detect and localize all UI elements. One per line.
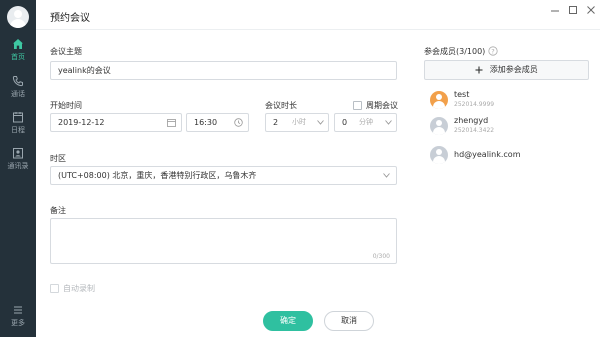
close-button[interactable] xyxy=(584,5,598,19)
window-title: 预约会议 xyxy=(50,13,90,24)
chevron-down-icon xyxy=(317,120,324,125)
duration-label: 会议时长 xyxy=(265,101,297,110)
subject-value: yealink的会议 xyxy=(58,66,111,75)
sidebar-item-schedule[interactable]: 日程 xyxy=(0,111,36,141)
auto-record-label: 自动录制 xyxy=(63,284,95,293)
cancel-button[interactable]: 取消 xyxy=(324,311,374,331)
member-number: 252014.9999 xyxy=(454,101,495,108)
remark-counter: 0/300 xyxy=(372,253,390,260)
date-input[interactable]: 2019-12-12 xyxy=(50,113,182,132)
minutes-value: 0 xyxy=(342,118,348,127)
subject-label: 会议主题 xyxy=(50,47,82,56)
sidebar-item-label: 日程 xyxy=(11,126,25,134)
sidebar-item-label: 首页 xyxy=(11,53,25,61)
member-item[interactable]: zhengyd 252014.3422 xyxy=(430,116,590,140)
member-avatar xyxy=(430,146,448,164)
timezone-select[interactable]: (UTC+08:00) 北京，重庆，香港特别行政区，乌鲁木齐 xyxy=(50,166,397,185)
member-name: test xyxy=(454,90,470,99)
maximize-icon xyxy=(569,6,577,14)
sidebar-item-label: 通话 xyxy=(11,90,25,98)
add-participant-button[interactable]: 添加参会成员 xyxy=(424,60,589,80)
sidebar-item-contacts[interactable]: 通讯录 xyxy=(0,147,36,177)
calendar-icon[interactable] xyxy=(167,118,176,127)
contacts-icon xyxy=(13,148,23,159)
remark-label: 备注 xyxy=(50,206,66,215)
sidebar-item-label: 通讯录 xyxy=(7,162,29,170)
minimize-button[interactable] xyxy=(548,5,562,19)
member-number: 252014.3422 xyxy=(454,127,495,134)
home-icon xyxy=(13,39,23,49)
sidebar-item-more[interactable]: 更多 xyxy=(0,304,36,334)
recurring-label: 周期会议 xyxy=(366,101,398,110)
recurring-checkbox[interactable] xyxy=(353,101,362,110)
title-bar: 预约会议 xyxy=(36,0,600,30)
sidebar-item-calls[interactable]: 通话 xyxy=(0,75,36,105)
timezone-value: (UTC+08:00) 北京，重庆，香港特别行政区，乌鲁木齐 xyxy=(58,171,257,180)
add-participant-label: 添加参会成员 xyxy=(489,65,538,74)
user-avatar[interactable] xyxy=(7,6,29,28)
date-value: 2019-12-12 xyxy=(58,118,105,127)
confirm-button[interactable]: 确定 xyxy=(263,311,313,331)
participants-header: 参会成员(3/100) xyxy=(424,47,486,56)
close-icon xyxy=(587,6,595,14)
member-avatar xyxy=(430,91,448,109)
member-item[interactable]: hd@yealink.com xyxy=(430,145,590,169)
minimize-icon xyxy=(551,10,559,12)
hours-select[interactable]: 2 小时 xyxy=(265,113,329,132)
sidebar: 首页 通话 日程 通讯录 更多 xyxy=(0,0,36,337)
member-item[interactable]: test 252014.9999 xyxy=(430,90,590,114)
member-avatar xyxy=(430,117,448,135)
minutes-select[interactable]: 0 分钟 xyxy=(334,113,397,132)
plus-icon xyxy=(475,66,483,73)
chevron-down-icon xyxy=(383,173,390,178)
minutes-unit: 分钟 xyxy=(359,118,373,126)
clock-icon[interactable] xyxy=(234,118,243,127)
svg-text:?: ? xyxy=(491,47,494,55)
member-name: zhengyd xyxy=(454,116,489,125)
chevron-down-icon xyxy=(385,120,392,125)
subject-input[interactable]: yealink的会议 xyxy=(50,61,397,80)
timezone-label: 时区 xyxy=(50,154,66,163)
phone-icon xyxy=(12,76,23,87)
hours-unit: 小时 xyxy=(292,118,306,126)
start-time-label: 开始时间 xyxy=(50,101,82,110)
time-value: 16:30 xyxy=(194,118,218,127)
hours-value: 2 xyxy=(273,118,279,127)
member-name: hd@yealink.com xyxy=(454,150,521,159)
remark-textarea[interactable]: 0/300 xyxy=(50,218,397,264)
calendar-icon xyxy=(13,112,23,123)
time-input[interactable]: 16:30 xyxy=(186,113,249,132)
maximize-button[interactable] xyxy=(566,5,580,19)
help-icon[interactable]: ? xyxy=(488,46,498,56)
sidebar-item-label: 更多 xyxy=(11,319,25,327)
menu-icon xyxy=(14,306,22,314)
auto-record-checkbox[interactable] xyxy=(50,284,59,293)
sidebar-item-home[interactable]: 首页 xyxy=(0,38,36,68)
